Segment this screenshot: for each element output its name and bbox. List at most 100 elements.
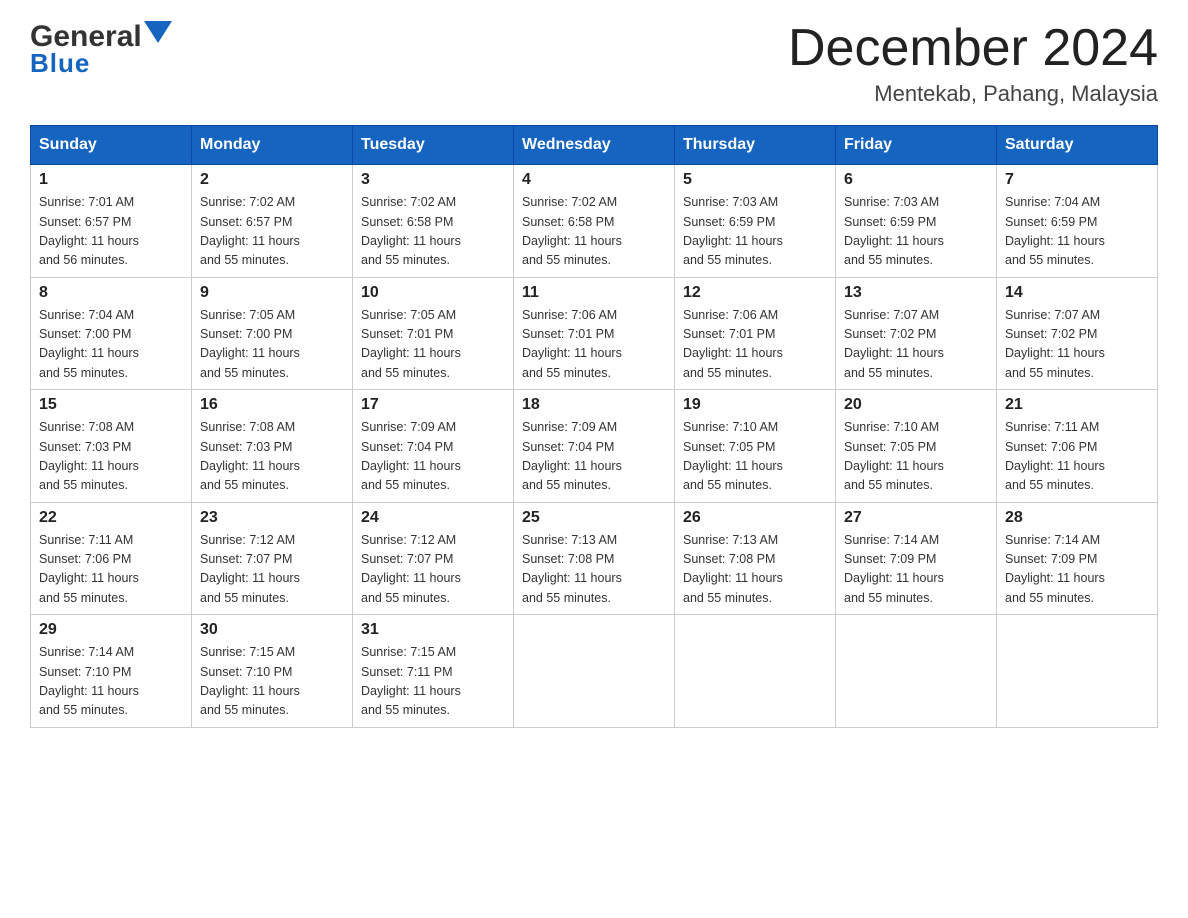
calendar-week-row: 22 Sunrise: 7:11 AM Sunset: 7:06 PM Dayl… <box>31 502 1158 615</box>
day-info: Sunrise: 7:15 AM Sunset: 7:11 PM Dayligh… <box>361 643 505 721</box>
calendar-week-row: 29 Sunrise: 7:14 AM Sunset: 7:10 PM Dayl… <box>31 615 1158 728</box>
calendar-day-cell <box>675 615 836 728</box>
day-number: 18 <box>522 396 666 414</box>
calendar-day-cell: 3 Sunrise: 7:02 AM Sunset: 6:58 PM Dayli… <box>353 165 514 278</box>
day-info: Sunrise: 7:01 AM Sunset: 6:57 PM Dayligh… <box>39 193 183 271</box>
day-info: Sunrise: 7:14 AM Sunset: 7:09 PM Dayligh… <box>1005 531 1149 609</box>
day-number: 8 <box>39 284 183 302</box>
day-number: 15 <box>39 396 183 414</box>
day-info: Sunrise: 7:02 AM Sunset: 6:58 PM Dayligh… <box>522 193 666 271</box>
day-number: 28 <box>1005 509 1149 527</box>
day-number: 12 <box>683 284 827 302</box>
calendar-day-cell: 30 Sunrise: 7:15 AM Sunset: 7:10 PM Dayl… <box>192 615 353 728</box>
day-info: Sunrise: 7:13 AM Sunset: 7:08 PM Dayligh… <box>683 531 827 609</box>
calendar-day-header: Friday <box>836 126 997 165</box>
calendar-day-cell: 28 Sunrise: 7:14 AM Sunset: 7:09 PM Dayl… <box>997 502 1158 615</box>
day-number: 22 <box>39 509 183 527</box>
calendar-day-cell: 22 Sunrise: 7:11 AM Sunset: 7:06 PM Dayl… <box>31 502 192 615</box>
day-info: Sunrise: 7:03 AM Sunset: 6:59 PM Dayligh… <box>844 193 988 271</box>
day-number: 1 <box>39 171 183 189</box>
day-number: 26 <box>683 509 827 527</box>
calendar-day-cell: 21 Sunrise: 7:11 AM Sunset: 7:06 PM Dayl… <box>997 390 1158 503</box>
calendar-day-cell: 6 Sunrise: 7:03 AM Sunset: 6:59 PM Dayli… <box>836 165 997 278</box>
calendar-day-cell: 12 Sunrise: 7:06 AM Sunset: 7:01 PM Dayl… <box>675 277 836 390</box>
calendar-day-cell: 23 Sunrise: 7:12 AM Sunset: 7:07 PM Dayl… <box>192 502 353 615</box>
calendar-table: SundayMondayTuesdayWednesdayThursdayFrid… <box>30 125 1158 728</box>
calendar-day-cell: 8 Sunrise: 7:04 AM Sunset: 7:00 PM Dayli… <box>31 277 192 390</box>
day-info: Sunrise: 7:05 AM Sunset: 7:00 PM Dayligh… <box>200 306 344 384</box>
day-info: Sunrise: 7:06 AM Sunset: 7:01 PM Dayligh… <box>683 306 827 384</box>
day-number: 31 <box>361 621 505 639</box>
day-number: 9 <box>200 284 344 302</box>
day-info: Sunrise: 7:05 AM Sunset: 7:01 PM Dayligh… <box>361 306 505 384</box>
calendar-day-header: Monday <box>192 126 353 165</box>
day-info: Sunrise: 7:09 AM Sunset: 7:04 PM Dayligh… <box>361 418 505 496</box>
calendar-week-row: 1 Sunrise: 7:01 AM Sunset: 6:57 PM Dayli… <box>31 165 1158 278</box>
day-info: Sunrise: 7:07 AM Sunset: 7:02 PM Dayligh… <box>844 306 988 384</box>
logo: General Blue <box>30 20 172 79</box>
calendar-day-cell: 25 Sunrise: 7:13 AM Sunset: 7:08 PM Dayl… <box>514 502 675 615</box>
calendar-day-cell: 5 Sunrise: 7:03 AM Sunset: 6:59 PM Dayli… <box>675 165 836 278</box>
day-info: Sunrise: 7:06 AM Sunset: 7:01 PM Dayligh… <box>522 306 666 384</box>
calendar-day-cell: 26 Sunrise: 7:13 AM Sunset: 7:08 PM Dayl… <box>675 502 836 615</box>
day-number: 16 <box>200 396 344 414</box>
calendar-day-cell: 13 Sunrise: 7:07 AM Sunset: 7:02 PM Dayl… <box>836 277 997 390</box>
day-number: 11 <box>522 284 666 302</box>
day-info: Sunrise: 7:10 AM Sunset: 7:05 PM Dayligh… <box>683 418 827 496</box>
day-info: Sunrise: 7:02 AM Sunset: 6:57 PM Dayligh… <box>200 193 344 271</box>
calendar-day-cell <box>997 615 1158 728</box>
calendar-day-cell: 20 Sunrise: 7:10 AM Sunset: 7:05 PM Dayl… <box>836 390 997 503</box>
calendar-day-cell: 17 Sunrise: 7:09 AM Sunset: 7:04 PM Dayl… <box>353 390 514 503</box>
calendar-week-row: 8 Sunrise: 7:04 AM Sunset: 7:00 PM Dayli… <box>31 277 1158 390</box>
calendar-day-cell: 1 Sunrise: 7:01 AM Sunset: 6:57 PM Dayli… <box>31 165 192 278</box>
day-info: Sunrise: 7:11 AM Sunset: 7:06 PM Dayligh… <box>1005 418 1149 496</box>
calendar-day-cell: 4 Sunrise: 7:02 AM Sunset: 6:58 PM Dayli… <box>514 165 675 278</box>
calendar-day-cell: 10 Sunrise: 7:05 AM Sunset: 7:01 PM Dayl… <box>353 277 514 390</box>
day-info: Sunrise: 7:14 AM Sunset: 7:10 PM Dayligh… <box>39 643 183 721</box>
calendar-week-row: 15 Sunrise: 7:08 AM Sunset: 7:03 PM Dayl… <box>31 390 1158 503</box>
logo-triangle-icon <box>144 21 172 49</box>
day-number: 20 <box>844 396 988 414</box>
day-number: 6 <box>844 171 988 189</box>
calendar-day-header: Wednesday <box>514 126 675 165</box>
logo-blue: Blue <box>30 48 90 79</box>
page-subtitle: Mentekab, Pahang, Malaysia <box>788 81 1158 107</box>
day-info: Sunrise: 7:15 AM Sunset: 7:10 PM Dayligh… <box>200 643 344 721</box>
calendar-day-cell: 15 Sunrise: 7:08 AM Sunset: 7:03 PM Dayl… <box>31 390 192 503</box>
title-block: December 2024 Mentekab, Pahang, Malaysia <box>788 20 1158 107</box>
calendar-day-cell: 31 Sunrise: 7:15 AM Sunset: 7:11 PM Dayl… <box>353 615 514 728</box>
day-info: Sunrise: 7:12 AM Sunset: 7:07 PM Dayligh… <box>361 531 505 609</box>
day-info: Sunrise: 7:03 AM Sunset: 6:59 PM Dayligh… <box>683 193 827 271</box>
day-info: Sunrise: 7:13 AM Sunset: 7:08 PM Dayligh… <box>522 531 666 609</box>
day-number: 21 <box>1005 396 1149 414</box>
day-info: Sunrise: 7:11 AM Sunset: 7:06 PM Dayligh… <box>39 531 183 609</box>
day-number: 14 <box>1005 284 1149 302</box>
day-number: 13 <box>844 284 988 302</box>
calendar-day-cell: 16 Sunrise: 7:08 AM Sunset: 7:03 PM Dayl… <box>192 390 353 503</box>
day-info: Sunrise: 7:08 AM Sunset: 7:03 PM Dayligh… <box>39 418 183 496</box>
day-number: 19 <box>683 396 827 414</box>
day-info: Sunrise: 7:08 AM Sunset: 7:03 PM Dayligh… <box>200 418 344 496</box>
day-number: 29 <box>39 621 183 639</box>
day-info: Sunrise: 7:14 AM Sunset: 7:09 PM Dayligh… <box>844 531 988 609</box>
calendar-day-cell: 19 Sunrise: 7:10 AM Sunset: 7:05 PM Dayl… <box>675 390 836 503</box>
day-number: 30 <box>200 621 344 639</box>
calendar-day-cell: 18 Sunrise: 7:09 AM Sunset: 7:04 PM Dayl… <box>514 390 675 503</box>
calendar-day-header: Saturday <box>997 126 1158 165</box>
calendar-header-row: SundayMondayTuesdayWednesdayThursdayFrid… <box>31 126 1158 165</box>
calendar-day-cell: 9 Sunrise: 7:05 AM Sunset: 7:00 PM Dayli… <box>192 277 353 390</box>
page-title: December 2024 <box>788 20 1158 77</box>
day-info: Sunrise: 7:07 AM Sunset: 7:02 PM Dayligh… <box>1005 306 1149 384</box>
day-number: 4 <box>522 171 666 189</box>
calendar-day-cell: 11 Sunrise: 7:06 AM Sunset: 7:01 PM Dayl… <box>514 277 675 390</box>
calendar-day-cell: 14 Sunrise: 7:07 AM Sunset: 7:02 PM Dayl… <box>997 277 1158 390</box>
calendar-day-header: Tuesday <box>353 126 514 165</box>
calendar-day-cell: 27 Sunrise: 7:14 AM Sunset: 7:09 PM Dayl… <box>836 502 997 615</box>
day-number: 27 <box>844 509 988 527</box>
calendar-day-cell <box>836 615 997 728</box>
day-info: Sunrise: 7:02 AM Sunset: 6:58 PM Dayligh… <box>361 193 505 271</box>
calendar-day-header: Sunday <box>31 126 192 165</box>
day-number: 25 <box>522 509 666 527</box>
day-info: Sunrise: 7:12 AM Sunset: 7:07 PM Dayligh… <box>200 531 344 609</box>
day-number: 3 <box>361 171 505 189</box>
